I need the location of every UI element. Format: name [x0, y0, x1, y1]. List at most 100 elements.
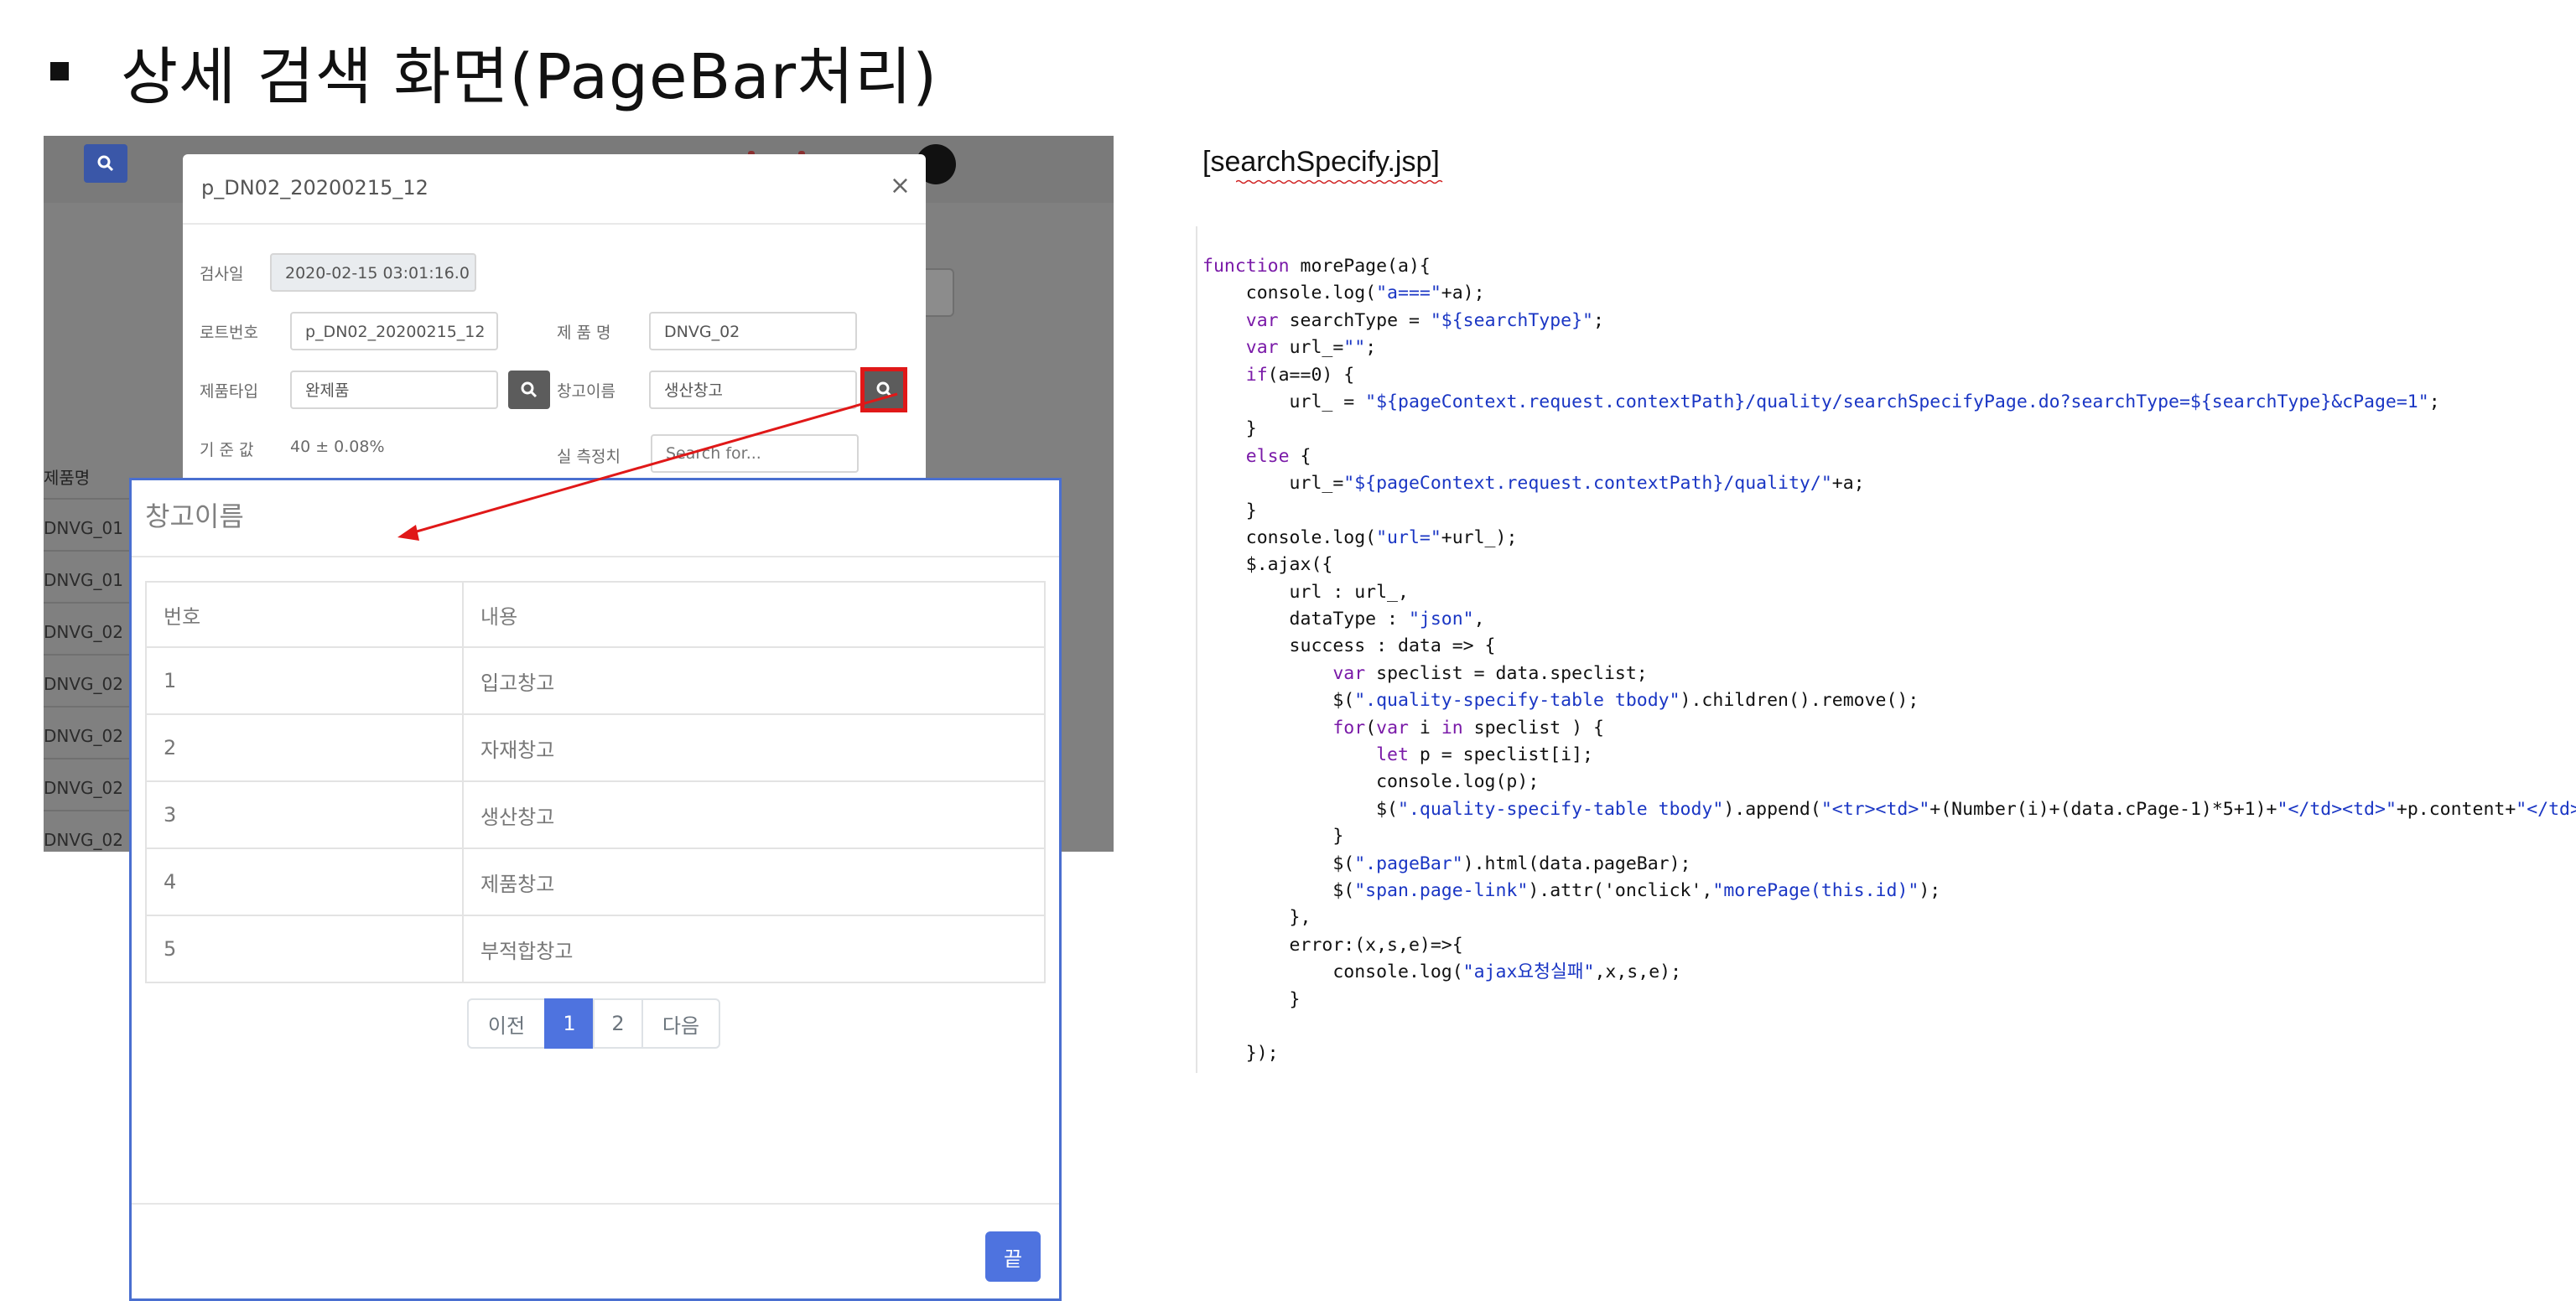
code-line: }	[1202, 500, 1257, 521]
divider	[44, 758, 136, 759]
next-page-button[interactable]: 다음	[641, 998, 720, 1049]
code-line: let p = speclist[i];	[1376, 744, 1594, 766]
divider	[132, 556, 1059, 557]
code-line: console.log(p);	[1202, 771, 1540, 793]
column-header-number: 번호	[145, 581, 464, 648]
code-line: },	[1202, 907, 1311, 929]
code-gutter	[1196, 226, 1197, 1073]
product-type-search-button[interactable]	[508, 371, 550, 409]
product-type-label: 제품타입	[200, 382, 258, 401]
table-row[interactable]: 1 입고창고	[145, 646, 1046, 715]
list-item: DNVG_02	[44, 674, 123, 694]
list-item: DNVG_02	[44, 778, 123, 798]
row-number: 2	[145, 713, 464, 782]
code-line: url_="${pageContext.request.contextPath}…	[1202, 473, 1865, 495]
slide-title: 상세 검색 화면(PageBar처리)	[50, 25, 937, 117]
code-line: for(var i in speclist ) {	[1332, 717, 1604, 739]
code-line: dataType : "json",	[1202, 609, 1485, 630]
standard-value: 40 ± 0.08%	[290, 438, 385, 456]
code-line: }	[1202, 826, 1344, 847]
close-icon[interactable]: ×	[890, 171, 911, 200]
modal-header: p_DN02_20200215_12 ×	[183, 154, 926, 225]
list-item: DNVG_02	[44, 622, 123, 642]
code-line: });	[1202, 1043, 1279, 1065]
highlight-box	[860, 367, 907, 412]
list-item: DNVG_02	[44, 726, 123, 746]
divider	[44, 550, 136, 552]
divider	[44, 810, 136, 811]
inspection-date-label: 검사일	[200, 265, 244, 283]
navbar-search-button[interactable]	[84, 144, 127, 183]
list-item: DNVG_01	[44, 570, 123, 590]
table-row[interactable]: 3 생산창고	[145, 780, 1046, 849]
code-line: $.ajax({	[1202, 554, 1333, 576]
prev-page-button[interactable]: 이전	[467, 998, 546, 1049]
row-number: 1	[145, 646, 464, 715]
code-line: console.log("url="+url_);	[1202, 526, 1518, 548]
code-line: $(".quality-specify-table tbody").childr…	[1202, 690, 1919, 712]
warehouse-label: 창고이름	[557, 382, 615, 401]
code-line: url : url_,	[1202, 581, 1409, 603]
code-line: else {	[1245, 445, 1311, 467]
lot-number-label: 로트번호	[200, 324, 258, 342]
detail-modal: p_DN02_20200215_12 × 검사일 2020-02-15 03:0…	[183, 154, 926, 506]
measured-value-label: 실 측정치	[557, 448, 621, 466]
slide-title-text: 상세 검색 화면(PageBar처리)	[121, 40, 938, 113]
inspection-date-field[interactable]: 2020-02-15 03:01:16.0	[270, 253, 476, 292]
code-line: }	[1202, 418, 1257, 440]
code-line: url_ = "${pageContext.request.contextPat…	[1202, 391, 2440, 412]
row-content: 제품창고	[462, 847, 1046, 916]
divider	[44, 706, 136, 708]
warehouse-dialog: 창고이름 번호 내용 1 입고창고 2 자재창고 3 생산창고 4 제품창고 5…	[129, 478, 1062, 1301]
code-line: }	[1202, 988, 1301, 1010]
row-content: 부적합창고	[462, 915, 1046, 983]
measured-value-input[interactable]	[651, 434, 859, 473]
table-header-row: 번호 내용	[145, 581, 1046, 648]
table-row[interactable]: 4 제품창고	[145, 847, 1046, 916]
code-line: $(".quality-specify-table tbody").append…	[1202, 798, 2576, 820]
table-row[interactable]: 2 자재창고	[145, 713, 1046, 782]
end-button[interactable]: 끝	[985, 1231, 1041, 1282]
row-number: 3	[145, 780, 464, 849]
row-content: 생산창고	[462, 780, 1046, 849]
product-name-field[interactable]: DNVG_02	[649, 312, 857, 350]
code-line: $("span.page-link").attr('onclick',"more…	[1202, 879, 1941, 901]
search-icon	[97, 155, 114, 172]
code-line: $(".pageBar").html(data.pageBar);	[1202, 853, 1691, 874]
warehouse-table: 번호 내용 1 입고창고 2 자재창고 3 생산창고 4 제품창고 5 부적합창…	[145, 581, 1046, 983]
divider	[44, 602, 136, 604]
list-item: DNVG_02	[44, 830, 123, 850]
list-item: DNVG_01	[44, 518, 123, 538]
standard-value-label: 기 준 값	[200, 441, 254, 459]
code-line: console.log("a==="+a);	[1202, 282, 1485, 304]
page-1-button[interactable]: 1	[544, 998, 595, 1049]
file-name-label: [searchSpecify.jsp]	[1202, 146, 1440, 178]
page-bar: 이전 1 2 다음	[467, 998, 720, 1049]
page-2-button[interactable]: 2	[593, 998, 643, 1049]
product-name-column-header: 제품명	[44, 468, 91, 488]
search-icon	[521, 381, 538, 398]
bullet-icon	[50, 62, 69, 80]
code-line: success : data => {	[1202, 635, 1496, 657]
row-content: 입고창고	[462, 646, 1046, 715]
spellcheck-underline	[1236, 179, 1443, 184]
row-number: 5	[145, 915, 464, 983]
divider	[44, 654, 136, 656]
code-line: console.log("ajax요청실패",x,s,e);	[1202, 961, 1682, 983]
code-line: error:(x,s,e)=>{	[1202, 934, 1463, 956]
product-type-field[interactable]: 완제품	[290, 371, 498, 409]
lot-number-field[interactable]: p_DN02_20200215_12	[290, 312, 498, 350]
modal-title: p_DN02_20200215_12	[201, 176, 428, 200]
warehouse-field[interactable]: 생산창고	[649, 371, 857, 409]
code-line: var speclist = data.speclist;	[1332, 662, 1648, 684]
code-line: if(a==0) {	[1245, 364, 1355, 386]
row-content: 자재창고	[462, 713, 1046, 782]
code-line: var url_="";	[1245, 337, 1377, 359]
code-line: function morePage(a){	[1202, 256, 1431, 277]
dialog-title: 창고이름	[145, 500, 244, 532]
product-name-label: 제 품 명	[557, 324, 611, 342]
table-row[interactable]: 5 부적합창고	[145, 915, 1046, 983]
row-number: 4	[145, 847, 464, 916]
code-line: var searchType = "${searchType}";	[1245, 309, 1604, 331]
